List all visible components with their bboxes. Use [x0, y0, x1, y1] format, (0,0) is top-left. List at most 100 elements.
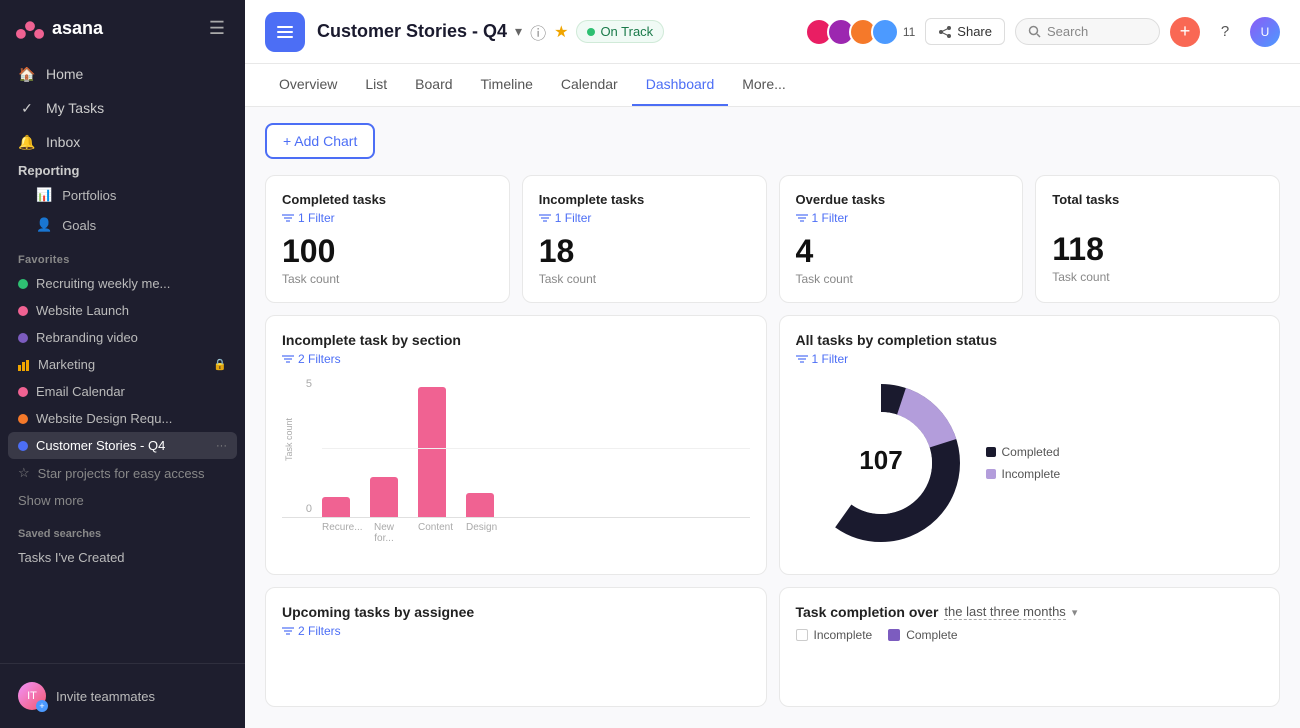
main-content: Customer Stories - Q4 ▾ ⓘ ★ On Track 11 [245, 0, 1300, 728]
sidebar-item-portfolios[interactable]: 📊 Portfolios [8, 180, 237, 210]
stat-filter-incomplete[interactable]: 1 Filter [539, 211, 750, 225]
upcoming-filter[interactable]: 2 Filters [282, 624, 750, 638]
stat-label-total: Task count [1052, 270, 1263, 284]
filter-icon [282, 354, 294, 364]
bar-chart-card: Incomplete task by section 2 Filters 0 5 [265, 315, 767, 575]
share-button[interactable]: Share [925, 18, 1005, 45]
bar [466, 493, 494, 517]
add-chart-button[interactable]: + Add Chart [265, 123, 375, 159]
info-icon[interactable]: ⓘ [530, 20, 546, 44]
fav-item-website-launch[interactable]: Website Launch [8, 297, 237, 324]
help-button[interactable]: ? [1210, 17, 1240, 47]
legend-label-completed: Completed [1002, 445, 1060, 459]
filter-icon [796, 354, 808, 364]
person-icon: 👤 [36, 217, 52, 233]
tab-timeline[interactable]: Timeline [467, 64, 547, 106]
legend-label-incomplete: Incomplete [1002, 467, 1061, 481]
donut-chart-filter[interactable]: 1 Filter [796, 352, 1264, 366]
stat-value-total: 118 [1052, 231, 1263, 268]
fav-item-recruiting[interactable]: Recruiting weekly me... [8, 270, 237, 297]
stat-filter-overdue[interactable]: 1 Filter [796, 211, 1007, 225]
sidebar-item-home[interactable]: 🏠 Home [8, 57, 237, 91]
bar-chart-filter[interactable]: 2 Filters [282, 352, 750, 366]
add-button[interactable]: + [1170, 17, 1200, 47]
legend-incomplete: Incomplete [796, 628, 873, 642]
sidebar-item-my-tasks[interactable]: ✓ My Tasks [8, 91, 237, 125]
stat-card-completed: Completed tasks 1 Filter 100 Task count [265, 175, 510, 303]
fav-item-email-calendar[interactable]: Email Calendar [8, 378, 237, 405]
filter-icon [796, 213, 808, 223]
legend-complete: Complete [888, 628, 957, 642]
legend-incomplete: Incomplete [986, 467, 1061, 481]
user-avatar-button[interactable]: U [1250, 17, 1280, 47]
tab-more[interactable]: More... [728, 64, 800, 106]
search-box[interactable]: Search [1015, 18, 1160, 45]
stat-card-incomplete: Incomplete tasks 1 Filter 18 Task count [522, 175, 767, 303]
fav-item-marketing[interactable]: Marketing 🔒 [8, 351, 237, 378]
status-label: On Track [600, 24, 653, 39]
fav-label: Customer Stories - Q4 [36, 438, 165, 453]
home-icon: 🏠 [18, 65, 36, 83]
search-placeholder: Search [1047, 24, 1088, 39]
filter-icon [282, 626, 294, 636]
completion-legend: Incomplete Complete [796, 628, 1264, 642]
y-axis-title: Task count [284, 418, 294, 461]
fav-item-rebranding[interactable]: Rebranding video [8, 324, 237, 351]
y-label-0: 0 [282, 503, 317, 515]
star-projects-hint: ☆ Star projects for easy access [8, 459, 237, 487]
completion-period[interactable]: the last three months [944, 604, 1065, 620]
sidebar: asana ☰ 🏠 Home ✓ My Tasks 🔔 Inbox Report… [0, 0, 245, 728]
legend-dot-completed [986, 447, 996, 457]
donut-legend: Completed Incomplete [986, 445, 1061, 481]
dot-icon [18, 441, 28, 451]
member-count: 11 [903, 25, 915, 39]
bottom-row: Upcoming tasks by assignee 2 Filters Tas… [265, 587, 1280, 707]
goals-label: Goals [62, 218, 96, 233]
chevron-down-icon[interactable]: ▾ [1072, 606, 1078, 619]
avatar [871, 18, 899, 46]
reporting-nav: 📊 Portfolios 👤 Goals [0, 180, 245, 240]
tab-dashboard[interactable]: Dashboard [632, 64, 729, 106]
more-icon[interactable]: ··· [216, 440, 227, 452]
inbox-label: Inbox [46, 134, 80, 150]
dot-icon [18, 279, 28, 289]
bell-icon: 🔔 [18, 133, 36, 151]
home-label: Home [46, 66, 83, 82]
stat-value-completed: 100 [282, 233, 493, 270]
invite-teammates-button[interactable]: IT + Invite teammates [8, 674, 237, 718]
search-icon [1028, 25, 1041, 38]
fav-label: Email Calendar [36, 384, 125, 399]
bar-filter-label: 2 Filters [298, 352, 341, 366]
sidebar-header: asana ☰ [0, 0, 245, 57]
x-label-2: Content [418, 522, 446, 544]
tab-overview[interactable]: Overview [265, 64, 351, 106]
share-label: Share [957, 24, 992, 39]
bar-design [466, 493, 494, 517]
fav-item-customer-stories[interactable]: Customer Stories - Q4 ··· [8, 432, 237, 459]
sidebar-toggle-button[interactable]: ☰ [205, 14, 229, 43]
donut-chart-title: All tasks by completion status [796, 332, 1264, 348]
fav-label: Website Design Requ... [36, 411, 172, 426]
bar-recure [322, 497, 350, 517]
tab-calendar[interactable]: Calendar [547, 64, 632, 106]
chevron-down-icon[interactable]: ▾ [515, 23, 522, 40]
saved-search-tasks-created[interactable]: Tasks I've Created [8, 544, 237, 571]
sidebar-item-inbox[interactable]: 🔔 Inbox [8, 125, 237, 159]
sidebar-item-goals[interactable]: 👤 Goals [8, 210, 237, 240]
stat-filter-completed[interactable]: 1 Filter [282, 211, 493, 225]
fav-item-website-design[interactable]: Website Design Requ... [8, 405, 237, 432]
tab-list[interactable]: List [351, 64, 401, 106]
topbar-right: 11 Share Search + ? [805, 17, 1280, 47]
topbar: Customer Stories - Q4 ▾ ⓘ ★ On Track 11 [245, 0, 1300, 64]
dot-icon [18, 414, 28, 424]
tab-board[interactable]: Board [401, 64, 466, 106]
completion-header: Task completion over the last three mont… [796, 604, 1264, 620]
dashboard-content: + Add Chart Completed tasks 1 Filter 100… [245, 107, 1300, 728]
legend-label: Complete [906, 628, 957, 642]
y-label-5: 5 [282, 378, 317, 390]
star-icon[interactable]: ★ [554, 22, 568, 42]
upcoming-title: Upcoming tasks by assignee [282, 604, 750, 620]
tabs-bar: Overview List Board Timeline Calendar Da… [245, 64, 1300, 107]
my-tasks-label: My Tasks [46, 100, 104, 116]
show-more-button[interactable]: Show more [8, 487, 237, 514]
